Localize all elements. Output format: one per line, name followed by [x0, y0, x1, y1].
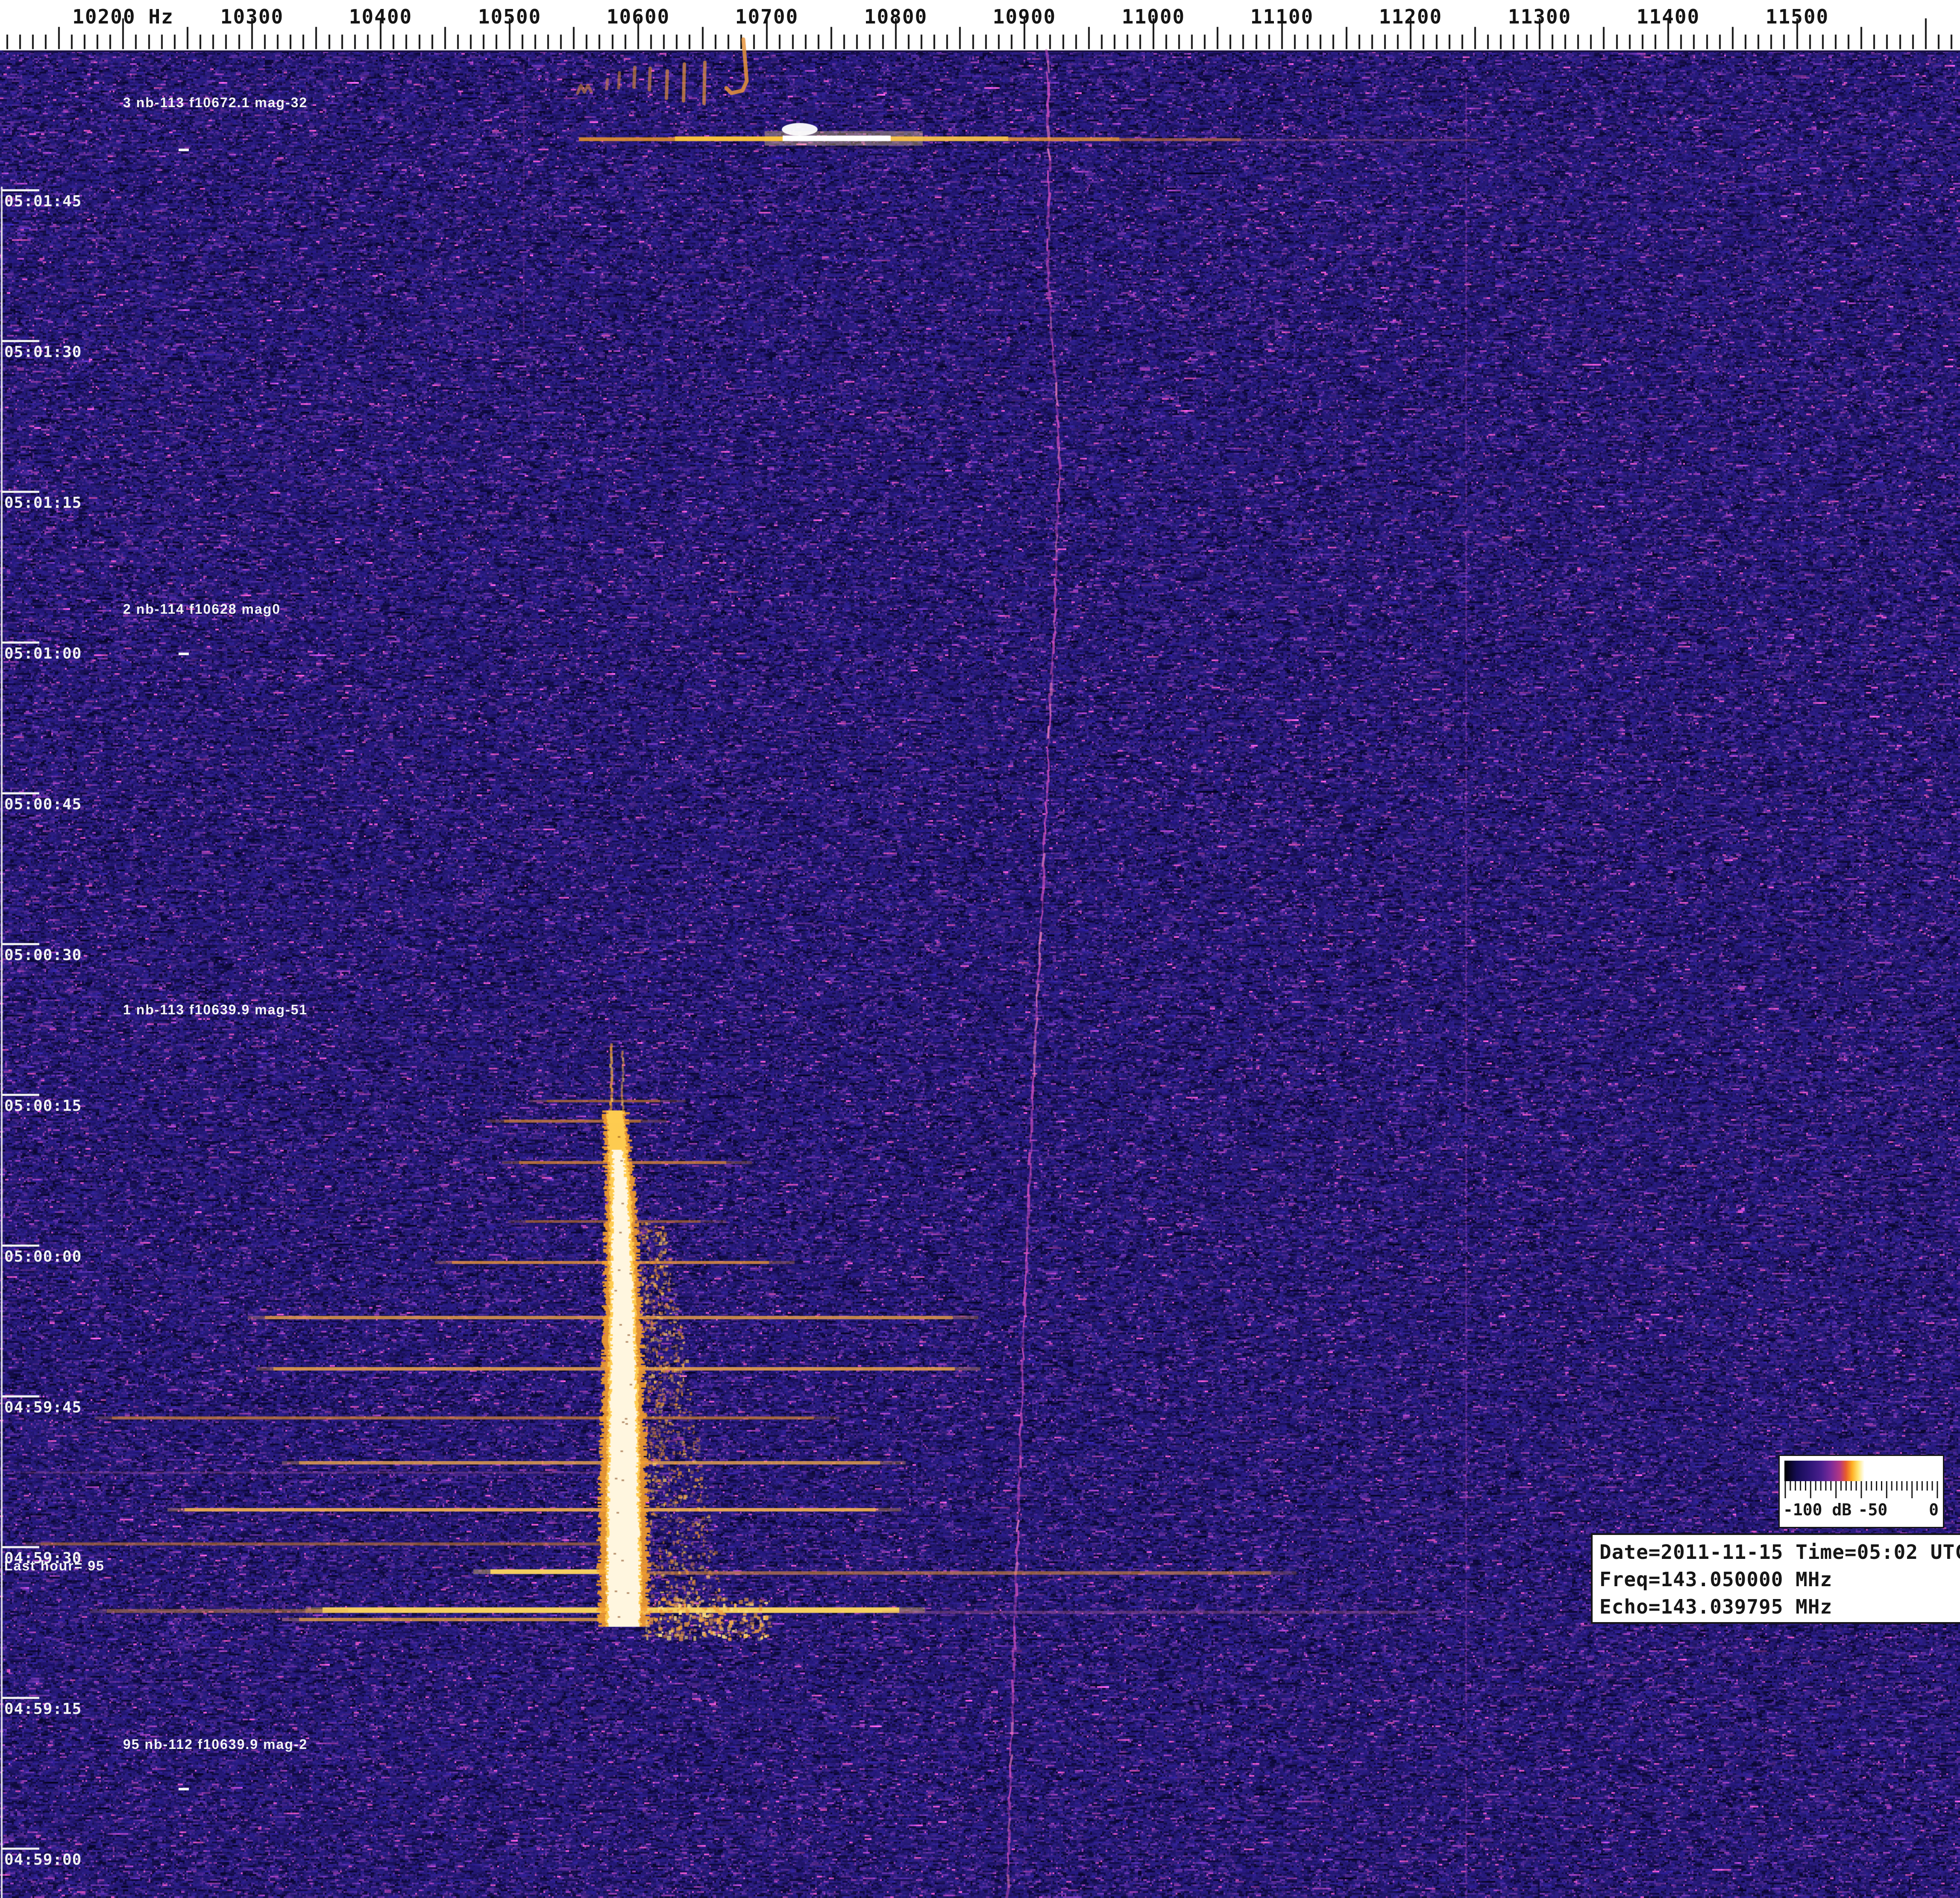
spectrogram-canvas: [0, 0, 1960, 1898]
spectrogram-window: -100 dB -50 0 Date=2011-11-15 Time=05:02…: [0, 0, 1960, 1898]
